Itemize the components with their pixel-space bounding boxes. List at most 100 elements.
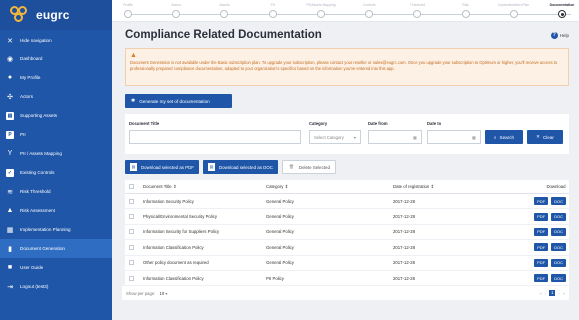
calendar-icon: ▦ [413, 134, 417, 140]
page-current[interactable]: 1 [549, 290, 556, 297]
row-doc-button[interactable]: DOC [551, 197, 566, 206]
step-pii[interactable]: PII [248, 2, 298, 18]
sidebar-item-logout-test3[interactable]: ⇥ Logout (test3) [0, 277, 112, 296]
row-checkbox[interactable] [129, 260, 134, 266]
title-filter-input[interactable] [129, 130, 301, 144]
first-page-icon[interactable]: « [540, 291, 542, 296]
prev-page-icon[interactable]: ‹ [545, 291, 546, 296]
row-pdf-button[interactable]: PDF [534, 197, 549, 206]
logout-icon: ⇥ [7, 283, 13, 291]
delete-selected-button[interactable]: 🗑 Delete Selected [281, 160, 336, 174]
cell-download: PDF DOC [521, 227, 569, 236]
sidebar-item-label: Document Generation [20, 246, 65, 251]
step-dot-icon [316, 10, 325, 18]
cell-category: General Policy [266, 198, 294, 204]
row-pdf-button[interactable]: PDF [534, 258, 549, 267]
sidebar-item-user-guide[interactable]: ■ User Guide [0, 258, 112, 277]
row-checkbox[interactable] [129, 244, 134, 250]
date-from-input[interactable]: ▦ [368, 130, 422, 144]
category-select[interactable]: Select Category ▾ [309, 130, 361, 144]
delete-selected-label: Delete Selected [298, 164, 330, 170]
header-category[interactable]: Category ⇕ [266, 184, 393, 190]
last-page-icon[interactable]: » [563, 291, 565, 296]
row-checkbox[interactable] [129, 198, 134, 204]
per-page-select[interactable]: 10 [160, 291, 165, 296]
clear-button-label: Clear [542, 134, 554, 140]
download-pdf-button[interactable]: ▤ Download selected as PDF [125, 160, 199, 174]
step-assets[interactable]: Assets [199, 2, 249, 18]
category-filter-label: Category [309, 121, 328, 126]
step-implementation-plan[interactable]: Implementation Plan [489, 2, 539, 18]
step-label: Implementation Plan [498, 3, 530, 7]
logo[interactable]: eugrc [0, 0, 112, 30]
sidebar-item-existing-controls[interactable]: ✓ Existing Controls [0, 163, 112, 182]
cell-download: PDF DOC [521, 212, 569, 221]
step-dot-icon [220, 10, 229, 18]
documents-table: Document Title ⇕ Category ⇕ Date of regi… [125, 180, 569, 287]
book-icon: ■ [7, 264, 13, 271]
progress-stepper: Profile Actors Assets PII PII/Assets Mapping… [112, 0, 579, 22]
sidebar-item-risk-assessment[interactable]: ▲ Risk Assessment [0, 201, 112, 220]
next-page-icon[interactable]: › [558, 291, 559, 296]
pagination: « ‹ 1 › » [540, 290, 565, 297]
cell-date: 2017-12-28 [393, 260, 415, 266]
clear-button[interactable]: ✕ Clear [527, 130, 563, 144]
row-doc-button[interactable]: DOC [551, 258, 566, 267]
step-dot-icon [413, 10, 422, 18]
step-dot-icon [268, 10, 277, 18]
logo-icon [10, 6, 32, 24]
header-date[interactable]: Date of registration ⇕ [393, 184, 521, 190]
mapping-icon: Y [7, 150, 13, 157]
row-doc-button[interactable]: DOC [551, 212, 566, 221]
sidebar-item-supporting-assets[interactable]: ▤ Supporting Assets [0, 106, 112, 125]
step-controls[interactable]: Controls [344, 2, 394, 18]
step-pii-assets-mapping[interactable]: PII/Assets Mapping [296, 2, 346, 18]
row-checkbox[interactable] [129, 275, 134, 281]
row-checkbox[interactable] [129, 214, 134, 220]
download-doc-label: Download selected as DOC [218, 164, 273, 170]
step-profile[interactable]: Profile [103, 2, 153, 18]
row-pdf-button[interactable]: PDF [534, 243, 549, 252]
sidebar-item-risk-threshold[interactable]: ≋ Risk Threshold [0, 182, 112, 201]
bulk-actions: ▤ Download selected as PDF ▤ Download se… [125, 160, 569, 174]
document-icon: ▮ [8, 245, 12, 253]
step-actors[interactable]: Actors [151, 2, 201, 18]
sidebar-item-implementation-planning[interactable]: ▦ Implementation Planning [0, 220, 112, 239]
checkbox-icon: ✓ [6, 168, 14, 177]
filter-panel: Document Title Category Select Category … [125, 114, 569, 154]
sidebar-item-document-generation[interactable]: ▮ Document Generation [0, 239, 112, 258]
step-threshold[interactable]: Threshold [392, 2, 442, 18]
row-pdf-button[interactable]: PDF [534, 227, 549, 236]
select-all-checkbox[interactable] [129, 184, 134, 189]
help-link[interactable]: ? Help [550, 31, 569, 39]
row-doc-button[interactable]: DOC [551, 227, 566, 236]
sidebar-item-pii[interactable]: P PII [0, 125, 112, 144]
row-checkbox[interactable] [129, 229, 134, 235]
cell-category: PII Policy [266, 275, 284, 281]
sidebar-item-pii-assets-mapping[interactable]: Y PII / Assets Mapping [0, 144, 112, 163]
hide-navigation-button[interactable]: ✕ Hide navigation [0, 32, 112, 49]
date-from-label: Date from [368, 121, 388, 126]
per-page-control: Show per page: 10 ▾ [126, 291, 167, 296]
row-doc-button[interactable]: DOC [551, 274, 566, 283]
generate-documentation-button[interactable]: ✱ Generate my set of documentation [125, 94, 232, 108]
date-to-input[interactable]: ▦ [427, 130, 481, 144]
cell-date: 2017-12-28 [393, 244, 415, 250]
sidebar-item-my-profile[interactable]: ● My Profile [0, 68, 112, 87]
cell-category: General Policy [266, 260, 294, 266]
search-button[interactable]: ⌕ Search [485, 130, 523, 144]
download-doc-button[interactable]: ▤ Download selected as DOC [202, 160, 278, 174]
step-label: Assets [219, 3, 230, 7]
sidebar-item-dashboard[interactable]: ◉ Dashboard [0, 49, 112, 68]
cell-title: Other policy document as required [143, 260, 209, 266]
header-title[interactable]: Document Title ⇕ [139, 184, 266, 190]
row-pdf-button[interactable]: PDF [534, 274, 549, 283]
sidebar-item-actors[interactable]: ✣ Actors [0, 87, 112, 106]
step-label: Actors [171, 3, 182, 7]
row-doc-button[interactable]: DOC [551, 243, 566, 252]
step-documentation[interactable]: Documentation [537, 2, 579, 18]
sidebar-item-label: My Profile [20, 75, 41, 80]
step-risk[interactable]: Risk [441, 2, 491, 18]
row-pdf-button[interactable]: PDF [534, 212, 549, 221]
step-label: Risk [462, 3, 469, 7]
